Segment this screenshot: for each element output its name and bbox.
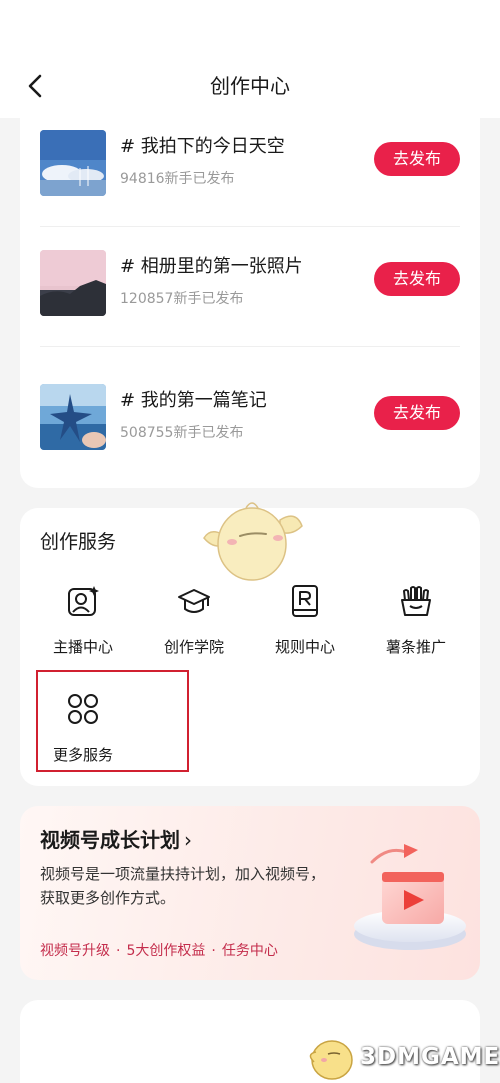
video-growth-illustration — [348, 826, 474, 956]
mascot-watermark-image — [200, 498, 304, 584]
topic-count: 94816新手已发布 — [120, 171, 235, 187]
page-title: 创作中心 — [210, 74, 290, 98]
link-upgrade[interactable]: 视频号升级 — [40, 943, 110, 959]
topic-item[interactable]: # 我拍下的今日天空 94816新手已发布 去发布 — [40, 130, 460, 220]
plan-description: 视频号是一项流量扶持计划，加入视频号，获取更多创作方式。 — [40, 865, 326, 907]
service-label: 薯条推广 — [385, 638, 446, 656]
separator: · — [211, 943, 216, 959]
topic-item[interactable]: # 我的第一篇笔记 508755新手已发布 去发布 — [40, 384, 460, 474]
chick-logo-icon — [309, 1040, 353, 1080]
topics-card: # 我拍下的今日天空 94816新手已发布 去发布 # 相册里的第一张照片 12… — [20, 108, 480, 488]
service-label: 规则中心 — [274, 638, 335, 656]
topic-thumbnail-sky — [40, 130, 106, 196]
link-benefits[interactable]: 5大创作权益 — [126, 943, 205, 959]
divider — [40, 226, 460, 227]
plan-title: 视频号成长计划 — [40, 828, 180, 852]
service-anchor-center[interactable]: 主播中心 — [28, 584, 138, 664]
topic-thumbnail-photo — [40, 250, 106, 316]
highlight-box — [36, 670, 189, 772]
service-fries-promotion[interactable]: 薯条推广 — [361, 584, 471, 664]
separator: · — [116, 943, 121, 959]
service-label: 主播中心 — [52, 638, 113, 656]
watermark-text: 3DMGAME — [360, 1044, 500, 1070]
plan-links: 视频号升级 · 5大创作权益 · 任务中心 — [40, 940, 278, 962]
topic-name: # 相册里的第一张照片 — [120, 256, 303, 277]
rules-book-icon — [288, 584, 322, 618]
link-task-center[interactable]: 任务中心 — [222, 943, 278, 959]
topic-thumbnail-starfish — [40, 384, 106, 450]
plan-title-link[interactable]: 视频号成长计划 › — [40, 826, 192, 854]
topic-count: 120857新手已发布 — [120, 291, 244, 307]
growth-plan-card: 视频号成长计划 › 视频号是一项流量扶持计划，加入视频号，获取更多创作方式。 视频… — [20, 806, 480, 980]
service-rules-center[interactable]: 规则中心 — [250, 584, 360, 664]
anchor-center-icon — [66, 584, 100, 618]
publish-button[interactable]: 去发布 — [374, 262, 460, 296]
graduation-cap-icon — [177, 584, 211, 618]
topic-name: # 我拍下的今日天空 — [120, 136, 285, 157]
publish-button[interactable]: 去发布 — [374, 396, 460, 430]
service-label: 创作学院 — [163, 638, 224, 656]
divider — [40, 346, 460, 347]
service-creation-academy[interactable]: 创作学院 — [139, 584, 249, 664]
fries-icon — [399, 584, 433, 618]
site-watermark: 3DMGAME — [306, 1032, 499, 1082]
section-title: 创作服务 — [40, 531, 117, 553]
topic-item[interactable]: # 相册里的第一张照片 120857新手已发布 去发布 — [40, 250, 460, 340]
topic-count: 508755新手已发布 — [120, 425, 244, 441]
chevron-right-icon: › — [184, 828, 192, 852]
topic-name: # 我的第一篇笔记 — [120, 390, 267, 411]
publish-button[interactable]: 去发布 — [374, 142, 460, 176]
top-bar: 创作中心 — [0, 0, 500, 118]
